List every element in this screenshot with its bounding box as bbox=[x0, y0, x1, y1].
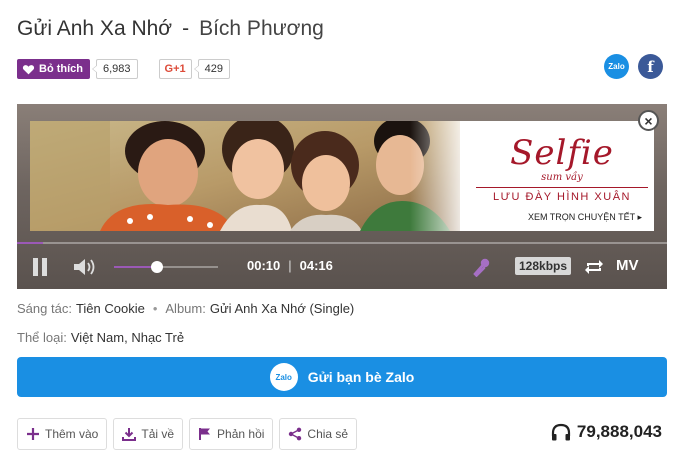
seek-bar-fill bbox=[17, 242, 43, 244]
time-separator: | bbox=[288, 258, 292, 273]
share-label: Chia sẻ bbox=[307, 427, 349, 441]
banner-text: Selfie sum vầy LƯU ĐÀY HÌNH XUÂN XEM TRỌ… bbox=[470, 121, 654, 231]
listen-count: 79,888,043 bbox=[551, 420, 662, 444]
meta-row-genre: Thể loại: Việt Nam, Nhạc Trẻ bbox=[17, 328, 184, 346]
volume-slider-knob[interactable] bbox=[150, 261, 163, 273]
volume-button[interactable] bbox=[72, 257, 98, 277]
artist-name[interactable]: Bích Phương bbox=[199, 17, 324, 41]
like-count: 6,983 bbox=[92, 59, 138, 79]
volume-slider[interactable] bbox=[114, 261, 218, 273]
microphone-icon bbox=[473, 258, 490, 277]
heart-icon bbox=[22, 64, 35, 74]
genre-link[interactable]: Việt Nam, Nhạc Trẻ bbox=[71, 330, 184, 345]
share-icons: Zalo f bbox=[604, 54, 663, 79]
zalo-logo-icon: Zalo bbox=[269, 363, 298, 391]
zalo-icon[interactable]: Zalo bbox=[604, 54, 629, 79]
banner-people-image bbox=[30, 121, 460, 231]
mv-button[interactable]: MV bbox=[616, 257, 639, 274]
lyrics-button[interactable] bbox=[472, 256, 492, 278]
plus-icon bbox=[27, 428, 39, 440]
banner-headline: Selfie bbox=[510, 133, 614, 173]
headphones-icon bbox=[551, 423, 571, 441]
add-to-playlist-button[interactable]: Thêm vào bbox=[17, 418, 108, 450]
title-separator: - bbox=[182, 17, 190, 40]
share-button[interactable]: Chia sẻ bbox=[279, 418, 358, 450]
banner-subheadline: sum vầy bbox=[541, 172, 583, 183]
song-title-row: Gửi Anh Xa Nhớ - Bích Phương bbox=[17, 14, 324, 44]
facebook-icon[interactable]: f bbox=[638, 54, 663, 79]
pause-button[interactable] bbox=[30, 256, 50, 278]
album-link[interactable]: Gửi Anh Xa Nhớ (Single) bbox=[210, 301, 354, 316]
ad-banner[interactable]: Selfie sum vầy LƯU ĐÀY HÌNH XUÂN XEM TRỌ… bbox=[30, 121, 654, 231]
player-controls: 00:10 | 04:16 128kbps MV bbox=[17, 254, 667, 280]
social-row: Bỏ thích 6,983 G+1 429 bbox=[17, 58, 230, 80]
music-player: Selfie sum vầy LƯU ĐÀY HÌNH XUÂN XEM TRỌ… bbox=[17, 104, 667, 289]
listen-count-value: 79,888,043 bbox=[576, 422, 662, 441]
feedback-label: Phản hồi bbox=[217, 427, 265, 441]
seek-bar[interactable] bbox=[17, 242, 667, 244]
repeat-button[interactable] bbox=[583, 257, 605, 277]
banner-fade bbox=[410, 121, 470, 231]
pause-icon bbox=[33, 258, 47, 276]
total-duration: 04:16 bbox=[299, 258, 333, 273]
send-zalo-friends-button[interactable]: Zalo Gửi bạn bè Zalo bbox=[17, 357, 667, 397]
meta-dot-separator: • bbox=[152, 300, 158, 316]
bitrate-button[interactable]: 128kbps bbox=[515, 257, 572, 275]
composer-link[interactable]: Tiên Cookie bbox=[76, 301, 145, 316]
album-label: Album: bbox=[165, 300, 206, 316]
add-to-playlist-label: Thêm vào bbox=[45, 427, 99, 441]
song-title: Gửi Anh Xa Nhớ bbox=[17, 17, 173, 40]
gplus-count: 429 bbox=[193, 59, 230, 79]
repeat-icon bbox=[585, 260, 603, 274]
gplus-button[interactable]: G+1 bbox=[158, 59, 192, 79]
banner-tagline: LƯU ĐÀY HÌNH XUÂN bbox=[476, 187, 648, 203]
banner-photo bbox=[30, 121, 460, 231]
speaker-icon bbox=[74, 259, 95, 275]
meta-row-credits: Sáng tác: Tiên Cookie • Album: Gửi Anh X… bbox=[17, 299, 354, 317]
banner-cta[interactable]: XEM TRỌN CHUYỆN TẾT ▸ bbox=[528, 212, 642, 223]
download-icon bbox=[122, 428, 137, 441]
genre-label: Thể loại: bbox=[17, 329, 67, 345]
flag-icon bbox=[199, 428, 211, 440]
close-ad-button[interactable]: × bbox=[638, 110, 659, 131]
share-icon bbox=[289, 427, 302, 441]
like-label: Bỏ thích bbox=[39, 63, 83, 75]
send-zalo-friends-label: Gửi bạn bè Zalo bbox=[307, 369, 415, 385]
like-button[interactable]: Bỏ thích bbox=[17, 59, 90, 79]
download-label: Tải về bbox=[141, 427, 175, 441]
time-display: 00:10 | 04:16 bbox=[247, 258, 333, 273]
feedback-button[interactable]: Phản hồi bbox=[189, 418, 274, 450]
action-row: Thêm vào Tải về Phản hồi Chia sẻ bbox=[17, 418, 358, 450]
composer-label: Sáng tác: bbox=[17, 300, 72, 316]
current-time: 00:10 bbox=[247, 258, 281, 273]
download-button[interactable]: Tải về bbox=[113, 418, 184, 450]
